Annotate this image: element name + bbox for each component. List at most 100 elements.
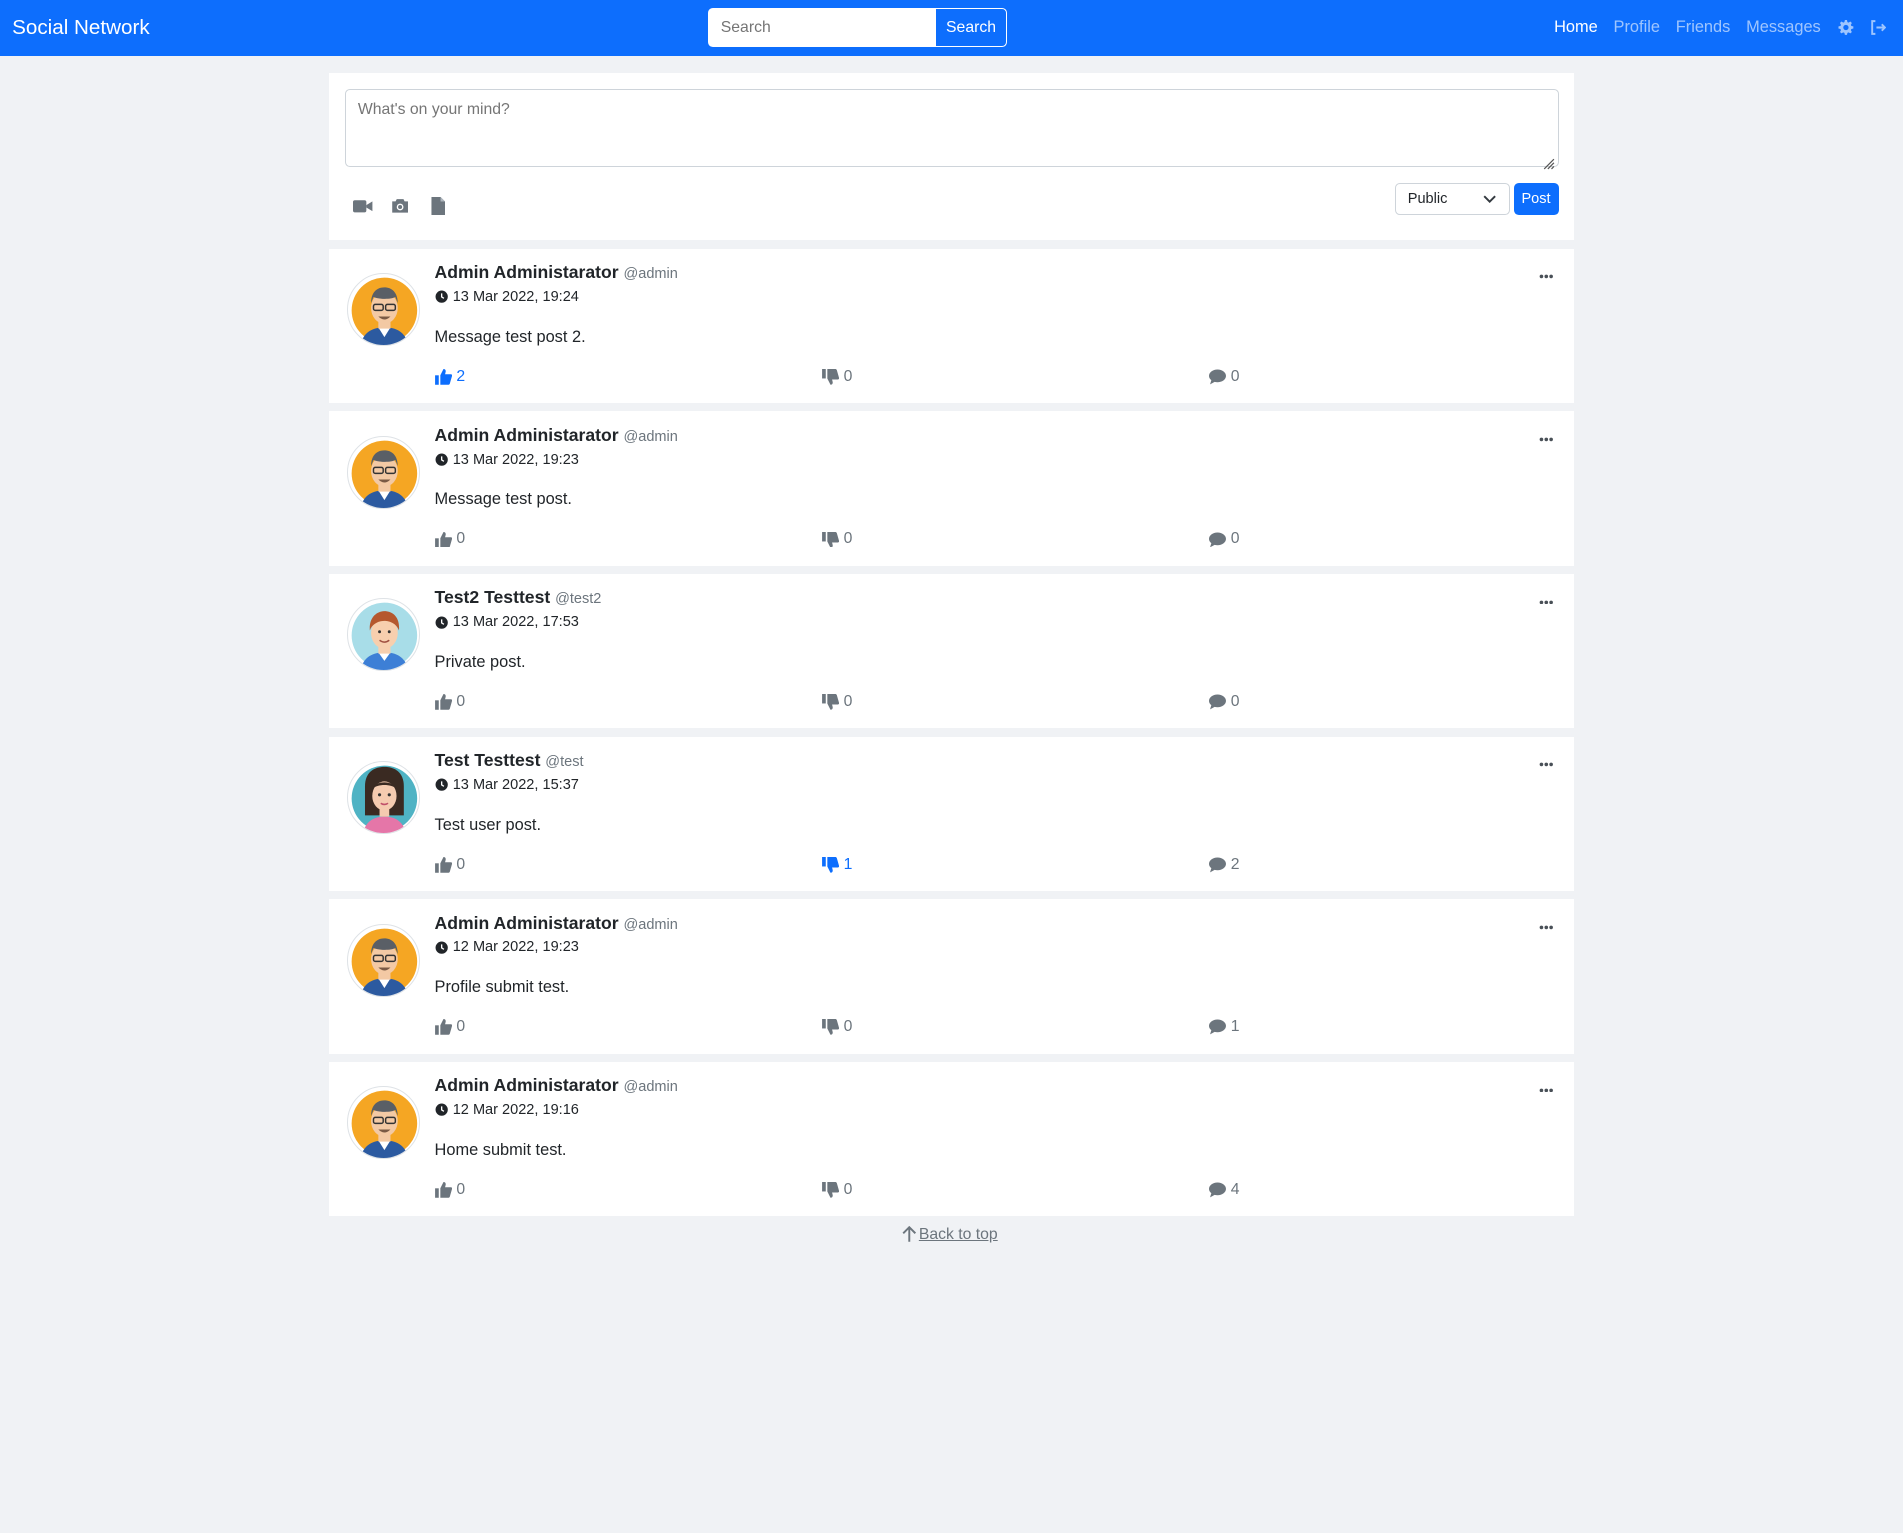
timestamp-text: 13 Mar 2022, 19:24 [452,288,579,305]
more-icon[interactable] [1539,1075,1558,1092]
like-button[interactable]: 0 [434,1181,466,1199]
thumbs-down-icon [821,1182,839,1198]
nav-profile-link[interactable]: Profile [1614,18,1660,37]
comment-button[interactable]: 0 [1208,693,1240,711]
like-button[interactable]: 0 [434,693,465,711]
author-handle: @admin [623,428,678,445]
resize-handle-icon[interactable] [1543,153,1555,170]
like-button[interactable]: 0 [434,530,466,548]
thumbs-down-icon [821,694,839,710]
like-button[interactable]: 0 [434,1018,465,1036]
timestamp-text: 13 Mar 2022, 19:23 [452,451,579,468]
comment-icon [1208,694,1226,710]
author-name[interactable]: Admin Administarator [435,262,619,283]
nav-links: Home Profile Friends Messages [1554,0,1887,56]
navbar: Social Network Search Home Profile Frien… [0,0,1903,56]
file-icon[interactable] [428,197,447,216]
avatar[interactable] [347,761,420,834]
post-textarea[interactable] [344,88,1559,168]
author-name[interactable]: Test Testtest [435,750,541,771]
visibility-select[interactable]: Public [1394,183,1510,215]
dislike-button[interactable]: 0 [821,1018,853,1036]
comment-icon [1208,369,1226,385]
more-icon[interactable] [1539,913,1558,930]
more-icon[interactable] [1539,425,1558,442]
thumbs-down-icon [821,368,839,385]
dislike-count: 0 [843,367,853,385]
comment-button[interactable]: 1 [1208,1018,1240,1036]
post-timestamp: 13 Mar 2022, 19:24 [435,289,579,305]
more-icon[interactable] [1539,587,1558,604]
author-name[interactable]: Admin Administarator [435,1075,619,1096]
comment-count: 0 [1230,693,1240,711]
timestamp-text: 12 Mar 2022, 19:16 [452,1102,579,1119]
avatar[interactable] [347,598,420,672]
back-to-top-label: Back to top [918,1225,998,1243]
thumbs-up-icon [434,531,452,548]
nav-home-link[interactable]: Home [1554,18,1598,37]
author-handle: @test [545,754,584,771]
camera-icon[interactable] [391,197,410,216]
post-header: Admin Administarator @admin [435,262,678,283]
avatar[interactable] [347,923,420,997]
more-icon[interactable] [1539,262,1558,279]
post-message: Private post. [434,653,526,672]
clock-icon [435,616,448,629]
comment-count: 0 [1230,367,1240,385]
comment-icon [1208,1182,1226,1198]
back-to-top-link[interactable]: Back to top [902,1226,998,1244]
avatar[interactable] [347,1086,420,1160]
dislike-count: 0 [843,1181,853,1198]
post-card: Admin Administarator @admin 13 Mar 2022, 1… [328,248,1575,403]
thumbs-down-icon [821,1019,839,1036]
thumbs-up-icon [434,1019,452,1036]
dislike-button[interactable]: 0 [821,1181,853,1199]
search-button[interactable]: Search [934,8,1008,48]
post-card: Admin Administarator @admin 12 Mar 2022, 1… [328,1062,1575,1217]
avatar[interactable] [347,435,420,509]
search-input[interactable] [707,8,935,48]
comment-count: 4 [1230,1181,1240,1198]
post-header: Admin Administarator @admin [435,425,678,446]
like-count: 0 [456,530,466,548]
thumbs-up-icon [434,368,452,385]
thumbs-down-icon [821,531,839,548]
author-name[interactable]: Test2 Testtest [435,587,551,608]
dislike-count: 1 [843,855,853,873]
author-name[interactable]: Admin Administarator [435,425,619,446]
thumbs-down-icon [821,856,839,873]
post-message: Profile submit test. [434,978,570,997]
like-count: 0 [456,1181,466,1198]
like-button[interactable]: 0 [434,855,466,874]
more-icon[interactable] [1539,750,1558,767]
gear-icon[interactable] [1837,19,1854,36]
author-handle: @test2 [555,591,602,608]
avatar[interactable] [347,273,420,346]
author-handle: @admin [623,916,678,933]
dislike-button[interactable]: 0 [821,693,852,711]
like-button[interactable]: 2 [434,368,465,386]
nav-messages-link[interactable]: Messages [1746,18,1821,37]
comment-button[interactable]: 4 [1208,1181,1240,1199]
like-count: 0 [456,855,466,873]
author-name[interactable]: Admin Administarator [435,913,619,934]
comment-button[interactable]: 2 [1208,856,1240,874]
brand-link[interactable]: Social Network [12,16,150,40]
dislike-count: 0 [843,1018,853,1036]
logout-icon[interactable] [1869,19,1887,36]
comment-button[interactable]: 0 [1208,367,1240,386]
dislike-button[interactable]: 1 [821,855,853,874]
clock-icon [435,453,448,466]
clock-icon [435,1103,448,1117]
comment-button[interactable]: 0 [1208,530,1240,548]
nav-friends-link[interactable]: Friends [1676,18,1731,37]
thumbs-up-icon [434,856,452,873]
dislike-button[interactable]: 0 [821,367,853,386]
post-card: Test2 Testtest @test2 13 Mar 2022, 17:53 Pr… [328,574,1575,729]
author-handle: @admin [623,266,678,283]
post-button[interactable]: Post [1513,183,1559,215]
video-icon[interactable] [353,197,373,216]
dislike-button[interactable]: 0 [821,530,852,548]
post-composer: Public Post [328,72,1575,241]
post-timestamp: 12 Mar 2022, 19:23 [435,939,579,955]
